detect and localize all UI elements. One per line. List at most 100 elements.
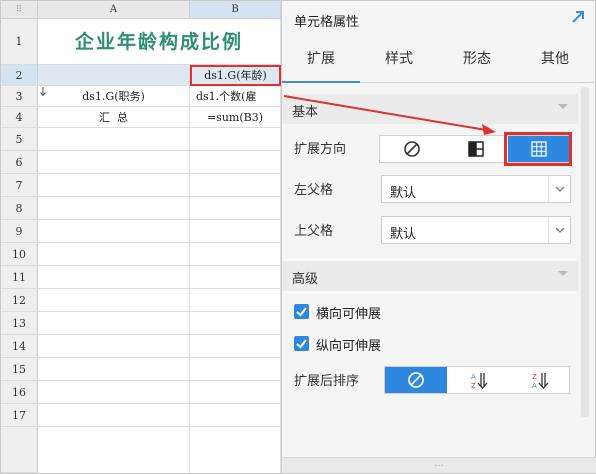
sort-none-option[interactable] — [385, 367, 447, 393]
cell-b18[interactable] — [190, 427, 281, 473]
cell-a16[interactable] — [38, 381, 190, 404]
highlight-box — [504, 132, 572, 166]
sort-descending-option[interactable]: Z A — [509, 367, 569, 393]
h-extend-label: 横向可伸展 — [316, 307, 382, 322]
row-header-12[interactable]: 12 — [1, 289, 38, 312]
cell-b14[interactable] — [190, 335, 281, 358]
cell-b8[interactable] — [190, 197, 281, 220]
row-header-14[interactable]: 14 — [1, 335, 38, 358]
cell-a8[interactable] — [38, 197, 190, 220]
cell-a18[interactable] — [38, 427, 190, 473]
collapse-icon — [558, 104, 568, 109]
sort-control: A Z Z A — [384, 366, 570, 394]
tab-style[interactable]: 样式 — [360, 37, 438, 83]
property-tabs: 扩展 样式 形态 其他 — [282, 37, 596, 83]
left-parent-dropdown[interactable]: 默认 — [381, 175, 571, 203]
checkbox-checked-icon — [294, 336, 309, 351]
cell-b16[interactable] — [190, 381, 281, 404]
cell-a17[interactable] — [38, 404, 190, 427]
cell-a3[interactable]: ds1.G(职务) — [38, 86, 190, 107]
cell-b13[interactable] — [190, 312, 281, 335]
left-parent-label: 左父格 — [294, 183, 334, 198]
scrollbar-thumb[interactable] — [581, 87, 589, 417]
cell-b17[interactable] — [190, 404, 281, 427]
row-header-17[interactable]: 17 — [1, 404, 38, 427]
chevron-down-icon — [548, 176, 570, 202]
cell-a10[interactable] — [38, 243, 190, 266]
cell-a14[interactable] — [38, 335, 190, 358]
no-sort-icon — [408, 372, 424, 388]
cell-a13[interactable] — [38, 312, 190, 335]
row-header-5[interactable]: 5 — [1, 128, 38, 151]
expand-panel-icon[interactable] — [570, 9, 586, 25]
panel-title: 单元格属性 — [294, 15, 360, 30]
panel-header: 单元格属性 — [282, 1, 596, 37]
cell-a9[interactable] — [38, 220, 190, 243]
row-header-2[interactable]: 2 — [1, 65, 38, 86]
cell-b5[interactable] — [190, 128, 281, 151]
cell-a6[interactable] — [38, 151, 190, 174]
row-header-10[interactable]: 10 — [1, 243, 38, 266]
select-all-corner[interactable]: ⠿ — [1, 1, 38, 19]
row-header-6[interactable]: 6 — [1, 151, 38, 174]
row-header-1[interactable]: 1 — [1, 19, 38, 65]
sort-descending-icon: Z A — [532, 373, 549, 390]
checkbox-checked-icon — [294, 304, 309, 319]
cell-a7[interactable] — [38, 174, 190, 197]
section-advanced[interactable]: 高级 — [282, 261, 578, 291]
vertical-expand-icon — [468, 141, 484, 157]
tab-expand[interactable]: 扩展 — [282, 37, 360, 83]
column-header-b[interactable]: B — [190, 1, 281, 19]
expand-vertical-option[interactable] — [444, 136, 508, 162]
svg-text:A: A — [532, 382, 537, 390]
cell-a2[interactable] — [38, 65, 190, 86]
top-parent-value: 默认 — [390, 227, 417, 242]
cell-a11[interactable] — [38, 266, 190, 289]
row-header-7[interactable]: 7 — [1, 174, 38, 197]
expand-direction-label: 扩展方向 — [294, 142, 347, 157]
cell-b9[interactable] — [190, 220, 281, 243]
cell-a12[interactable] — [38, 289, 190, 312]
cell-a5[interactable] — [38, 128, 190, 151]
top-parent-dropdown[interactable]: 默认 — [381, 216, 571, 244]
column-header-a[interactable]: A — [38, 1, 190, 19]
top-parent-label: 上父格 — [294, 224, 334, 239]
cell-b12[interactable] — [190, 289, 281, 312]
row-header-11[interactable]: 11 — [1, 266, 38, 289]
cell-b2[interactable]: ds1.G(年龄) — [190, 65, 281, 86]
cell-properties-panel: 单元格属性 扩展 样式 形态 其他 基本 扩展方向 左父格 默认 上父格 默认 … — [281, 1, 596, 473]
row-header-3[interactable]: 3 — [1, 86, 38, 107]
panel-scrollbar[interactable] — [580, 87, 590, 417]
cell-b11[interactable] — [190, 266, 281, 289]
left-parent-value: 默认 — [390, 186, 417, 201]
cell-b10[interactable] — [190, 243, 281, 266]
cell-b15[interactable] — [190, 358, 281, 381]
row-header-8[interactable]: 8 — [1, 197, 38, 220]
cell-b3[interactable]: ds1.个数(雇 — [190, 86, 281, 107]
title-cell[interactable]: 企业年龄构成比例 — [38, 19, 281, 65]
row-header-16[interactable]: 16 — [1, 381, 38, 404]
cell-a4[interactable]: 汇 总 — [38, 107, 190, 128]
expand-none-option[interactable] — [380, 136, 444, 162]
cell-b4[interactable]: =sum(B3) — [190, 107, 281, 128]
spreadsheet[interactable]: ⠿ A B 1 2 3 4 5 6 7 8 9 10 11 12 13 14 1… — [1, 1, 281, 473]
tab-other[interactable]: 其他 — [516, 37, 594, 83]
row-header-15[interactable]: 15 — [1, 358, 38, 381]
resize-handle[interactable]: ... — [282, 457, 596, 473]
row-header-9[interactable]: 9 — [1, 220, 38, 243]
row-header-13[interactable]: 13 — [1, 312, 38, 335]
row-header-filler — [1, 427, 38, 473]
sort-ascending-option[interactable]: A Z — [447, 367, 509, 393]
section-basic-label: 基本 — [292, 105, 319, 120]
cell-b6[interactable] — [190, 151, 281, 174]
row-header-4[interactable]: 4 — [1, 107, 38, 128]
no-expand-icon — [404, 141, 420, 157]
section-basic[interactable]: 基本 — [282, 94, 578, 124]
cell-a15[interactable] — [38, 358, 190, 381]
collapse-icon — [558, 271, 568, 276]
cell-b2-text: ds1.G(年龄) — [204, 69, 267, 82]
tab-shape[interactable]: 形态 — [438, 37, 516, 83]
sort-label: 扩展后排序 — [294, 374, 360, 389]
svg-text:Z: Z — [471, 382, 476, 390]
cell-b7[interactable] — [190, 174, 281, 197]
